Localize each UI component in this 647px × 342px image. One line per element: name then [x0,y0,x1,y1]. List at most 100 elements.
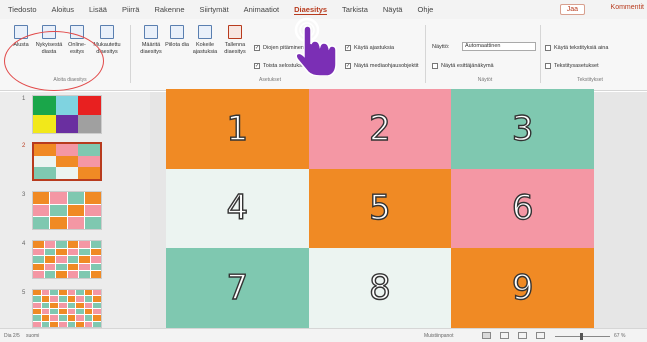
setup-group-label: Asetukset [259,77,281,83]
thumb-cell [33,96,56,115]
thumb-cell [41,302,50,308]
thumb-cell [93,290,101,296]
presenter-view-checkbox[interactable]: Näytä esittäjänäkymä [432,63,494,69]
media-controls-checkbox[interactable]: ✓ Näytä mediaohjausobjektit [345,63,419,69]
media-controls-label: Näytä mediaohjausobjektit [354,63,419,69]
hide-slide-label: Piilota dia [165,42,189,48]
record-icon [228,25,242,39]
tab-draw[interactable]: Piirrä [122,5,140,14]
status-bar: Dia 2/5 suomi Muistiinpanot 67 % [0,328,647,342]
thumb-cell [50,302,58,308]
captions-always-checkbox[interactable]: Käytä tekstityksiä aina [545,45,608,51]
thumb-cell [79,256,90,263]
slide-cell-9[interactable]: 9 [451,248,594,328]
hide-slide-icon [170,25,184,39]
thumb-cell [67,217,84,229]
tab-slideshow[interactable]: Diaesitys [294,5,328,15]
slide-cell-2[interactable]: 2 [308,89,452,169]
thumb-cell [67,256,78,263]
slide-thumbnail-1[interactable] [32,95,102,134]
zoom-slider-handle[interactable] [580,333,583,340]
thumb-cell [76,290,84,296]
rehearse-timings-button[interactable]: Kokeile ajastuksia [190,25,220,55]
slide-thumbnail-4[interactable] [32,240,102,279]
hide-slide-button[interactable]: Piilota dia [162,25,192,49]
language-indicator[interactable]: suomi [26,333,39,339]
tab-review[interactable]: Tarkista [342,5,368,14]
slide-cell-5[interactable]: 5 [308,168,452,249]
thumb-cell [58,309,67,315]
thumb-cell [50,315,58,321]
thumb-cell [76,315,84,321]
thumb-cell [93,315,101,321]
tab-animations[interactable]: Animaatiot [244,5,279,14]
rehearse-timings-label: Kokeile ajastuksia [192,42,218,55]
tab-home[interactable]: Aloitus [52,5,75,14]
slide-cell-6[interactable]: 6 [451,168,594,249]
current-slide[interactable]: 123 456 789 [166,89,594,328]
caption-settings-button[interactable]: Tekstitysasetukset [545,63,599,69]
thumb-cell [33,309,41,315]
thumb-cell [79,241,90,248]
tab-transitions[interactable]: Siirtymät [200,5,229,14]
thumb-cell [90,256,101,263]
slide-cell-8[interactable]: 8 [308,248,452,328]
slide-thumbnail-2[interactable] [32,142,102,181]
thumb-cell [79,248,90,256]
thumb-cell [41,309,50,315]
thumb-cell [84,315,93,321]
ribbon-separator [425,25,426,83]
thumb-cell [41,290,50,296]
thumb-cell [33,217,50,229]
thumb-cell [56,248,67,256]
thumb-cell [67,321,76,327]
tab-file[interactable]: Tiedosto [8,5,37,14]
slideshow-view-icon[interactable] [536,332,545,339]
slide-cell-3[interactable]: 3 [451,89,594,169]
caption-settings-label: Tekstitysasetukset [554,63,599,69]
record-slideshow-button[interactable]: Tallenna diaesitys [220,25,250,55]
thumb-cell [76,321,84,327]
slide-thumbnail-3[interactable] [32,191,102,230]
thumb-cell [79,263,90,271]
comments-button[interactable]: Kommentit [611,4,644,11]
thumb-cell [56,256,67,263]
thumb-cell [84,217,101,229]
thumb-cell [33,256,44,263]
slide-thumbnail-5[interactable] [32,289,102,328]
tab-help[interactable]: Ohje [417,5,433,14]
thumb-cell [44,241,55,248]
monitor-select[interactable]: Automaattinen [462,42,536,51]
slide-sorter-icon[interactable] [500,332,509,339]
share-button[interactable]: Jaa [559,4,585,15]
thumb-cell [93,309,101,315]
thumb-cell [90,263,101,271]
slide-cell-7[interactable]: 7 [166,248,309,328]
thumb-cell [84,192,101,204]
notes-button[interactable]: Muistiinpanot [424,333,453,339]
thumb-cell [56,271,67,278]
normal-view-icon[interactable] [482,332,491,339]
thumb-cell [76,296,84,302]
thumb-cell [50,296,58,302]
use-timings-checkbox[interactable]: ✓ Käytä ajastuksia [345,45,394,51]
ribbon-separator [130,25,131,83]
slide-cell-4[interactable]: 4 [166,168,309,249]
thumb-cell [33,114,56,133]
thumb-cell [84,321,93,327]
tab-design[interactable]: Rakenne [154,5,184,14]
thumb-cell [56,167,78,179]
thumb-cell [58,290,67,296]
thumb-number: 1 [22,96,26,102]
thumb-cell [67,296,76,302]
thumb-cell [93,296,101,302]
thumb-cell [33,241,44,248]
reading-view-icon[interactable] [518,332,527,339]
zoom-level[interactable]: 67 % [614,333,625,339]
slide-cell-1[interactable]: 1 [166,89,309,169]
checkbox-icon: ✓ [345,45,351,51]
tab-insert[interactable]: Lisää [89,5,107,14]
thumb-cell [67,290,76,296]
tab-view[interactable]: Näytä [383,5,403,14]
slide-editor: 123 456 789 [150,89,647,328]
